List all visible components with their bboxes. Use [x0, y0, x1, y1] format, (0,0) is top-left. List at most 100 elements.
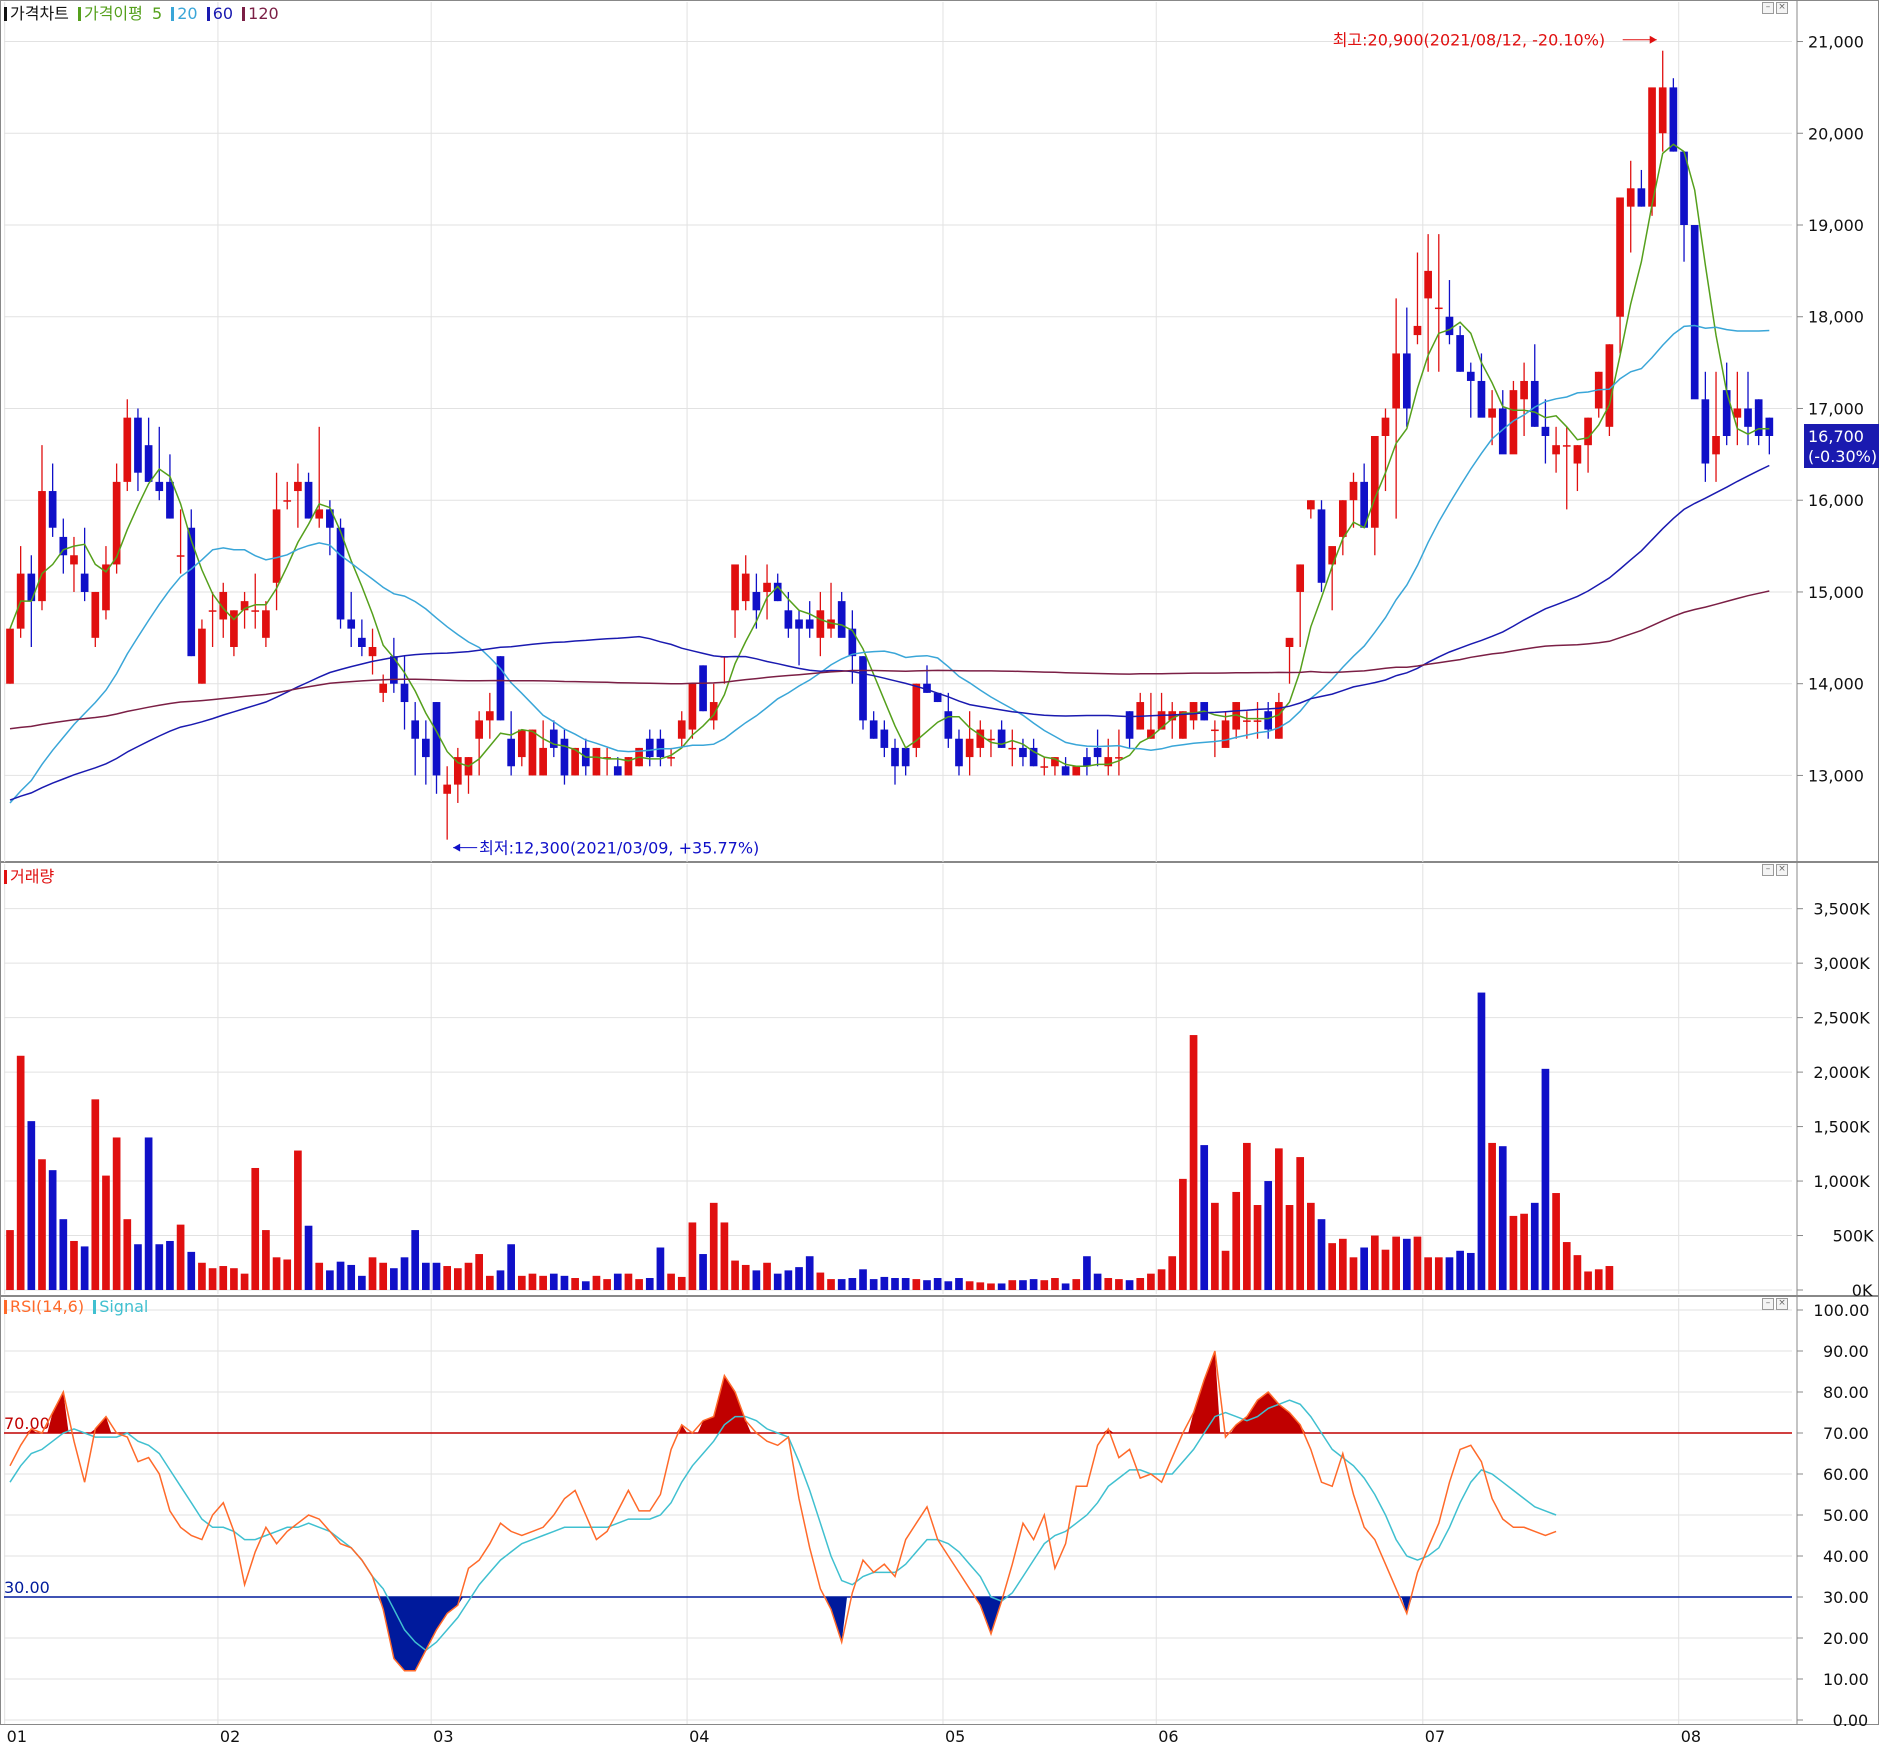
rsi-overbought-fill — [47, 1392, 69, 1433]
candle-body — [859, 656, 867, 721]
candle-body — [1296, 564, 1305, 592]
volume-bar — [923, 1280, 931, 1290]
candle-body — [485, 711, 494, 721]
candle-body — [795, 619, 803, 629]
candle-body — [198, 628, 206, 684]
volume-bar — [59, 1219, 68, 1290]
rsi-tick-label: 10.00 — [1823, 1670, 1869, 1689]
volume-bar — [859, 1269, 867, 1290]
volume-bar — [912, 1279, 921, 1290]
price-panel-close-button[interactable]: × — [1776, 2, 1788, 14]
ma60-legend: 60 — [212, 4, 234, 23]
volume-bar — [219, 1266, 228, 1290]
volume-bar — [1008, 1280, 1017, 1290]
candle-body — [1349, 481, 1358, 501]
candle-body — [1552, 445, 1560, 455]
candle-body — [368, 647, 377, 657]
volume-bar — [1402, 1238, 1411, 1290]
volume-bar — [1434, 1257, 1443, 1290]
candle-body — [1456, 335, 1464, 372]
price-tick-label: 21,000 — [1808, 33, 1864, 52]
price-tick-label: 16,000 — [1808, 491, 1864, 510]
rsi-panel-minimize-button[interactable]: – — [1762, 1298, 1774, 1310]
rsi-overbought-fill — [1230, 1392, 1306, 1433]
volume-tick-label: 3,000K — [1813, 954, 1870, 973]
candle-body — [1008, 747, 1017, 750]
volume-bar — [390, 1268, 398, 1290]
current-price-value: 16,700 — [1808, 427, 1864, 446]
x-tick-label: 02 — [220, 1727, 240, 1746]
candle-body — [347, 619, 356, 629]
volume-panel-minimize-button[interactable]: – — [1762, 864, 1774, 876]
volume-bar — [1317, 1219, 1326, 1290]
volume-bar — [336, 1261, 345, 1290]
volume-bar — [1456, 1250, 1464, 1290]
volume-bar — [1211, 1202, 1219, 1290]
volume-tick-label: 2,000K — [1813, 1063, 1870, 1082]
rsi-tick-label: 100.00 — [1813, 1301, 1869, 1320]
volume-bar — [677, 1276, 686, 1290]
volume-bar — [1381, 1249, 1390, 1290]
volume-bar — [816, 1272, 825, 1290]
price-tick-label: 19,000 — [1808, 216, 1864, 235]
volume-bar — [635, 1279, 643, 1290]
volume-bar — [603, 1279, 611, 1290]
volume-bar — [880, 1276, 889, 1290]
volume-bar — [987, 1283, 995, 1290]
signal-line — [9, 1399, 1557, 1652]
ma-legend-chip — [77, 7, 81, 21]
price-tick-label: 17,000 — [1808, 399, 1864, 418]
volume-bar — [272, 1257, 281, 1290]
volume-bar — [656, 1247, 665, 1290]
volume-bar — [624, 1273, 633, 1290]
rsi-tick-label: 0.00 — [1833, 1711, 1869, 1730]
volume-bar — [976, 1282, 985, 1290]
candle-body — [1765, 417, 1774, 436]
candle-body — [1744, 408, 1752, 427]
volume-bar — [933, 1278, 942, 1290]
candle-body — [176, 555, 185, 557]
candle-body — [1434, 307, 1443, 310]
ma120-line — [9, 590, 1770, 730]
volume-bar — [1445, 1257, 1454, 1290]
volume-bar — [1605, 1266, 1614, 1290]
rsi-panel-close-button[interactable]: × — [1776, 1298, 1788, 1310]
volume-panel-close-button[interactable]: × — [1776, 864, 1788, 876]
ma60-legend-chip — [206, 7, 210, 21]
volume-bar — [16, 1055, 25, 1290]
volume-bar — [1328, 1243, 1337, 1290]
rsi-oversold-fill — [974, 1597, 1007, 1634]
candle-body — [262, 610, 270, 638]
candle-body — [1211, 729, 1219, 732]
candle-body — [1690, 225, 1699, 400]
x-tick-label: 06 — [1158, 1727, 1178, 1746]
volume-legend-title: 거래량 — [10, 867, 55, 886]
volume-bar — [443, 1266, 452, 1290]
volume-bar — [592, 1275, 601, 1290]
rsi-tick-label: 90.00 — [1823, 1342, 1869, 1361]
volume-bar — [1168, 1256, 1177, 1290]
candle-body — [1179, 711, 1187, 739]
volume-bar — [955, 1278, 963, 1290]
volume-bar — [1296, 1157, 1305, 1290]
volume-bar — [1264, 1181, 1273, 1290]
volume-bar — [1104, 1278, 1113, 1290]
volume-bar — [1520, 1213, 1528, 1290]
candle-body — [1381, 417, 1390, 436]
volume-bar — [688, 1222, 697, 1290]
volume-legend: 거래량 — [4, 863, 54, 887]
candle-body — [528, 729, 537, 776]
volume-bar — [294, 1150, 302, 1290]
volume-bar — [1243, 1142, 1251, 1290]
candle-body — [901, 747, 910, 767]
candle-body — [1125, 711, 1134, 739]
price-legend: 가격차트 가격이평 5 20 60 120 — [4, 0, 279, 24]
candle-body — [677, 720, 686, 739]
rsi-legend-chip — [4, 1300, 7, 1314]
volume-bar — [453, 1268, 462, 1290]
ma120-legend: 120 — [248, 4, 279, 23]
price-panel-minimize-button[interactable]: – — [1762, 2, 1774, 14]
stock-chart: 01 02 03 04 05 06 07 08 13,000 14,000 15,000 16,000… — [0, 0, 1879, 1746]
candle-body — [283, 500, 292, 502]
x-tick-label: 08 — [1681, 1727, 1701, 1746]
